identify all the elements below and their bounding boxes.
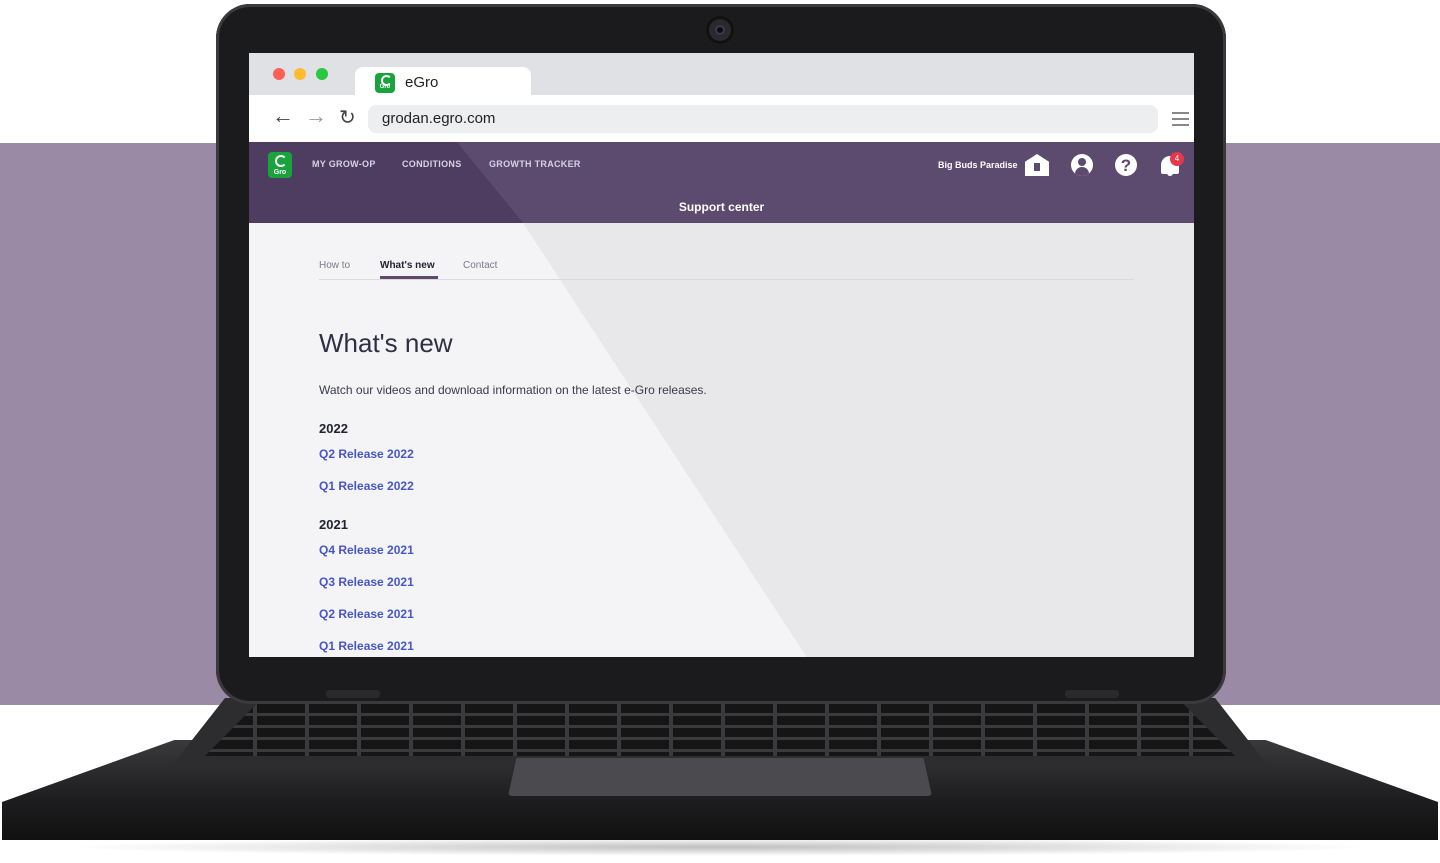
browser-tab[interactable]: Gro eGro	[355, 67, 531, 95]
browser-tab-bar: Gro eGro	[249, 53, 1194, 95]
laptop-screen: Gro eGro ← → ↻ grodan.egro.com Gro MY GR…	[249, 53, 1194, 657]
laptop-hinge-left	[326, 690, 380, 698]
notification-badge: 4	[1170, 152, 1184, 166]
window-maximize-button[interactable]	[316, 68, 328, 80]
egro-app: Gro MY GROW-OP CONDITIONS GROWTH TRACKER…	[249, 142, 1194, 657]
release-link[interactable]: Q4 Release 2021	[319, 543, 414, 557]
address-bar[interactable]: grodan.egro.com	[368, 105, 1158, 133]
laptop-hinge-right	[1065, 690, 1119, 698]
release-link[interactable]: Q2 Release 2022	[319, 447, 414, 461]
release-link[interactable]: Q1 Release 2021	[319, 639, 414, 653]
content-shade	[523, 223, 1194, 657]
logo-text: Gro	[273, 169, 287, 176]
year-heading-2022: 2022	[319, 421, 348, 436]
window-minimize-button[interactable]	[294, 68, 306, 80]
webcam-icon	[706, 16, 734, 44]
browser-tab-title: eGro	[405, 74, 439, 91]
intro-text: Watch our videos and download informatio…	[319, 383, 707, 397]
tab-whats-new[interactable]: What's new	[380, 260, 435, 271]
app-header: Gro MY GROW-OP CONDITIONS GROWTH TRACKER…	[249, 142, 1194, 223]
back-arrow-icon[interactable]: ←	[272, 103, 294, 129]
browser-menu-icon[interactable]	[1172, 112, 1189, 126]
nav-conditions[interactable]: CONDITIONS	[402, 159, 462, 169]
year-heading-2021: 2021	[319, 517, 348, 532]
page-header-title: Support center	[678, 200, 765, 214]
nav-growth-tracker[interactable]: GROWTH TRACKER	[489, 159, 581, 169]
page-title: What's new	[319, 328, 453, 358]
release-link[interactable]: Q2 Release 2021	[319, 607, 414, 621]
tab-contact[interactable]: Contact	[463, 260, 497, 271]
farm-name[interactable]: Big Buds Paradise	[938, 160, 1018, 170]
user-account-icon[interactable]	[1071, 154, 1093, 176]
reload-icon[interactable]: ↻	[339, 105, 356, 130]
active-tab-indicator	[380, 276, 438, 279]
laptop-keyboard	[205, 704, 1235, 756]
egro-logo[interactable]: Gro	[268, 152, 292, 178]
laptop-trackpad	[508, 758, 932, 796]
egro-favicon-icon: Gro	[375, 73, 395, 93]
help-icon[interactable]: ?	[1115, 154, 1137, 176]
tab-how-to[interactable]: How to	[319, 260, 350, 271]
release-link[interactable]: Q3 Release 2021	[319, 575, 414, 589]
support-tabs: How to What's new Contact	[319, 260, 1134, 280]
window-close-button[interactable]	[273, 68, 285, 80]
browser-toolbar: ← → ↻ grodan.egro.com	[249, 95, 1194, 142]
forward-arrow-icon[interactable]: →	[305, 103, 327, 129]
laptop-shadow	[60, 838, 1380, 856]
release-link[interactable]: Q1 Release 2022	[319, 479, 414, 493]
favicon-text: Gro	[379, 84, 391, 90]
greenhouse-icon[interactable]	[1025, 154, 1049, 176]
nav-my-grow-op[interactable]: MY GROW-OP	[312, 159, 376, 169]
